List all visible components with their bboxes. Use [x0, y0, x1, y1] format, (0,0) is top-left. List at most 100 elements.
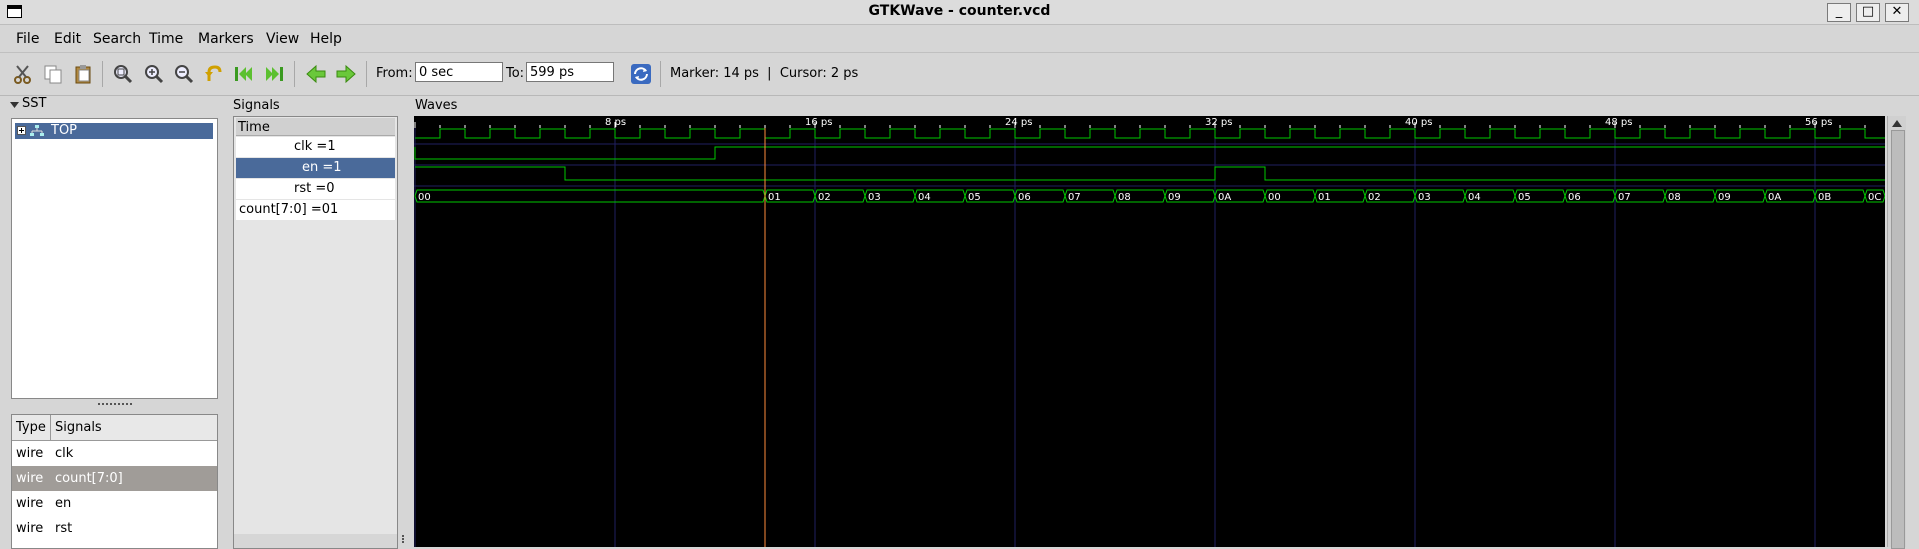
signal-row-clk[interactable]: clk =1 [236, 137, 395, 157]
cut-icon[interactable] [12, 63, 34, 85]
rst-waveform [415, 166, 1885, 181]
count-value-label: 03 [868, 192, 881, 203]
to-label: To: [506, 66, 525, 81]
timeline-tick-label: 56 ps [1805, 117, 1832, 128]
count-value-label: 09 [1168, 192, 1181, 203]
menu-file[interactable]: File [16, 31, 39, 47]
list-item[interactable]: wire en [12, 491, 217, 516]
menu-help[interactable]: Help [310, 31, 342, 47]
count-bus-segment [414, 189, 766, 203]
paste-icon[interactable] [72, 63, 94, 85]
count-value-label: 04 [1468, 192, 1481, 203]
zoom-to-end-icon[interactable] [263, 63, 285, 85]
window-title: GTKWave - counter.vcd [868, 3, 1051, 19]
signals-hscroll[interactable] [234, 534, 397, 548]
from-label: From: [376, 66, 413, 81]
signal-label: clk =1 [294, 139, 336, 154]
sst-title: SST [22, 96, 47, 111]
count-value-label: 00 [418, 192, 431, 203]
waves-pane[interactable]: 08 ps16 ps24 ps32 ps40 ps48 ps56 ps00010… [414, 116, 1885, 547]
maximize-button[interactable]: □ [1856, 3, 1880, 22]
menu-edit[interactable]: Edit [54, 31, 81, 47]
to-time-input[interactable] [526, 62, 614, 82]
from-time-input[interactable] [415, 62, 503, 82]
waves-vertical-scrollbar[interactable] [1887, 116, 1906, 549]
menu-markers[interactable]: Markers [198, 31, 254, 47]
sst-collapse-arrow-icon[interactable] [10, 100, 19, 109]
count-value-label: 0C [1868, 192, 1881, 203]
type-cell: wire [16, 521, 44, 536]
count-value-label: 08 [1668, 192, 1681, 203]
undo-zoom-icon[interactable] [203, 63, 225, 85]
title-bar: GTKWave - counter.vcd _ □ ✕ [0, 0, 1919, 25]
waves-title: Waves [415, 98, 458, 113]
expand-icon[interactable] [17, 126, 26, 135]
waveform-canvas[interactable]: 08 ps16 ps24 ps32 ps40 ps48 ps56 ps00010… [414, 116, 1885, 547]
timeline-tick-label: 16 ps [805, 117, 832, 128]
count-value-label: 02 [1368, 192, 1381, 203]
signal-row-count[interactable]: count[7:0] =01 [236, 200, 395, 220]
marker-cursor-status: Marker: 14 ps | Cursor: 2 ps [670, 66, 859, 81]
signal-label: count[7:0] =01 [239, 202, 339, 217]
time-header-label: Time [238, 120, 270, 135]
close-button[interactable]: ✕ [1885, 3, 1909, 22]
count-value-label: 05 [1518, 192, 1531, 203]
count-value-label: 01 [1318, 192, 1331, 203]
type-cell: wire [16, 471, 44, 486]
signal-row-rst[interactable]: rst =0 [236, 179, 395, 199]
zoom-out-icon[interactable] [173, 63, 195, 85]
timeline-tick-label: 32 ps [1205, 117, 1232, 128]
count-value-label: 07 [1618, 192, 1631, 203]
menu-search[interactable]: Search [93, 31, 141, 47]
column-divider [50, 415, 51, 440]
column-header-signals[interactable]: Signals [55, 420, 102, 435]
tree-node-top[interactable]: TOP [15, 123, 213, 139]
count-value-label: 01 [768, 192, 781, 203]
signal-name-cell: en [55, 496, 72, 511]
menu-time[interactable]: Time [149, 31, 183, 47]
timeline-tick-label: 48 ps [1605, 117, 1632, 128]
find-next-edge-icon[interactable] [335, 63, 357, 85]
count-value-label: 02 [818, 192, 831, 203]
clk-waveform [415, 128, 1885, 139]
signal-name-cell: clk [55, 446, 74, 461]
count-value-label: 09 [1718, 192, 1731, 203]
scroll-up-arrow-icon[interactable] [1892, 119, 1902, 127]
count-value-label: 06 [1018, 192, 1031, 203]
list-item[interactable]: wire clk [12, 441, 217, 466]
menu-view[interactable]: View [266, 31, 299, 47]
signal-row-en-selected[interactable]: en =1 [236, 158, 395, 178]
count-value-label: 06 [1568, 192, 1581, 203]
count-value-label: 0A [1768, 192, 1781, 203]
separator [294, 61, 295, 87]
find-previous-edge-icon[interactable] [305, 63, 327, 85]
zoom-fit-icon[interactable] [112, 63, 134, 85]
zoom-in-icon[interactable] [143, 63, 165, 85]
list-header: Type Signals [12, 415, 217, 441]
timeline-tick-label: 40 ps [1405, 117, 1432, 128]
type-cell: wire [16, 446, 44, 461]
count-value-label: 00 [1268, 192, 1281, 203]
scroll-thumb[interactable] [1891, 130, 1905, 549]
count-value-label: 04 [918, 192, 931, 203]
list-item[interactable]: wire rst [12, 516, 217, 541]
zoom-to-start-icon[interactable] [233, 63, 255, 85]
separator [102, 61, 103, 87]
timeline-bar[interactable] [414, 116, 1885, 128]
sst-tree: TOP [11, 118, 218, 399]
minimize-button[interactable]: _ [1827, 3, 1851, 22]
list-item-selected[interactable]: wire count[7:0] [12, 466, 217, 491]
pane-splitter[interactable] [98, 403, 132, 409]
copy-icon[interactable] [42, 63, 64, 85]
en-waveform [414, 146, 1885, 160]
separator [366, 61, 367, 87]
count-value-label: 05 [968, 192, 981, 203]
signals-title: Signals [233, 98, 280, 113]
signal-label: rst =0 [294, 181, 335, 196]
reload-icon[interactable] [630, 63, 652, 85]
column-header-type[interactable]: Type [16, 420, 46, 435]
signal-name-cell: count[7:0] [55, 471, 123, 486]
timeline-tick-label: 24 ps [1005, 117, 1032, 128]
signal-label: en =1 [302, 160, 342, 175]
pane-splitter[interactable] [402, 535, 408, 543]
